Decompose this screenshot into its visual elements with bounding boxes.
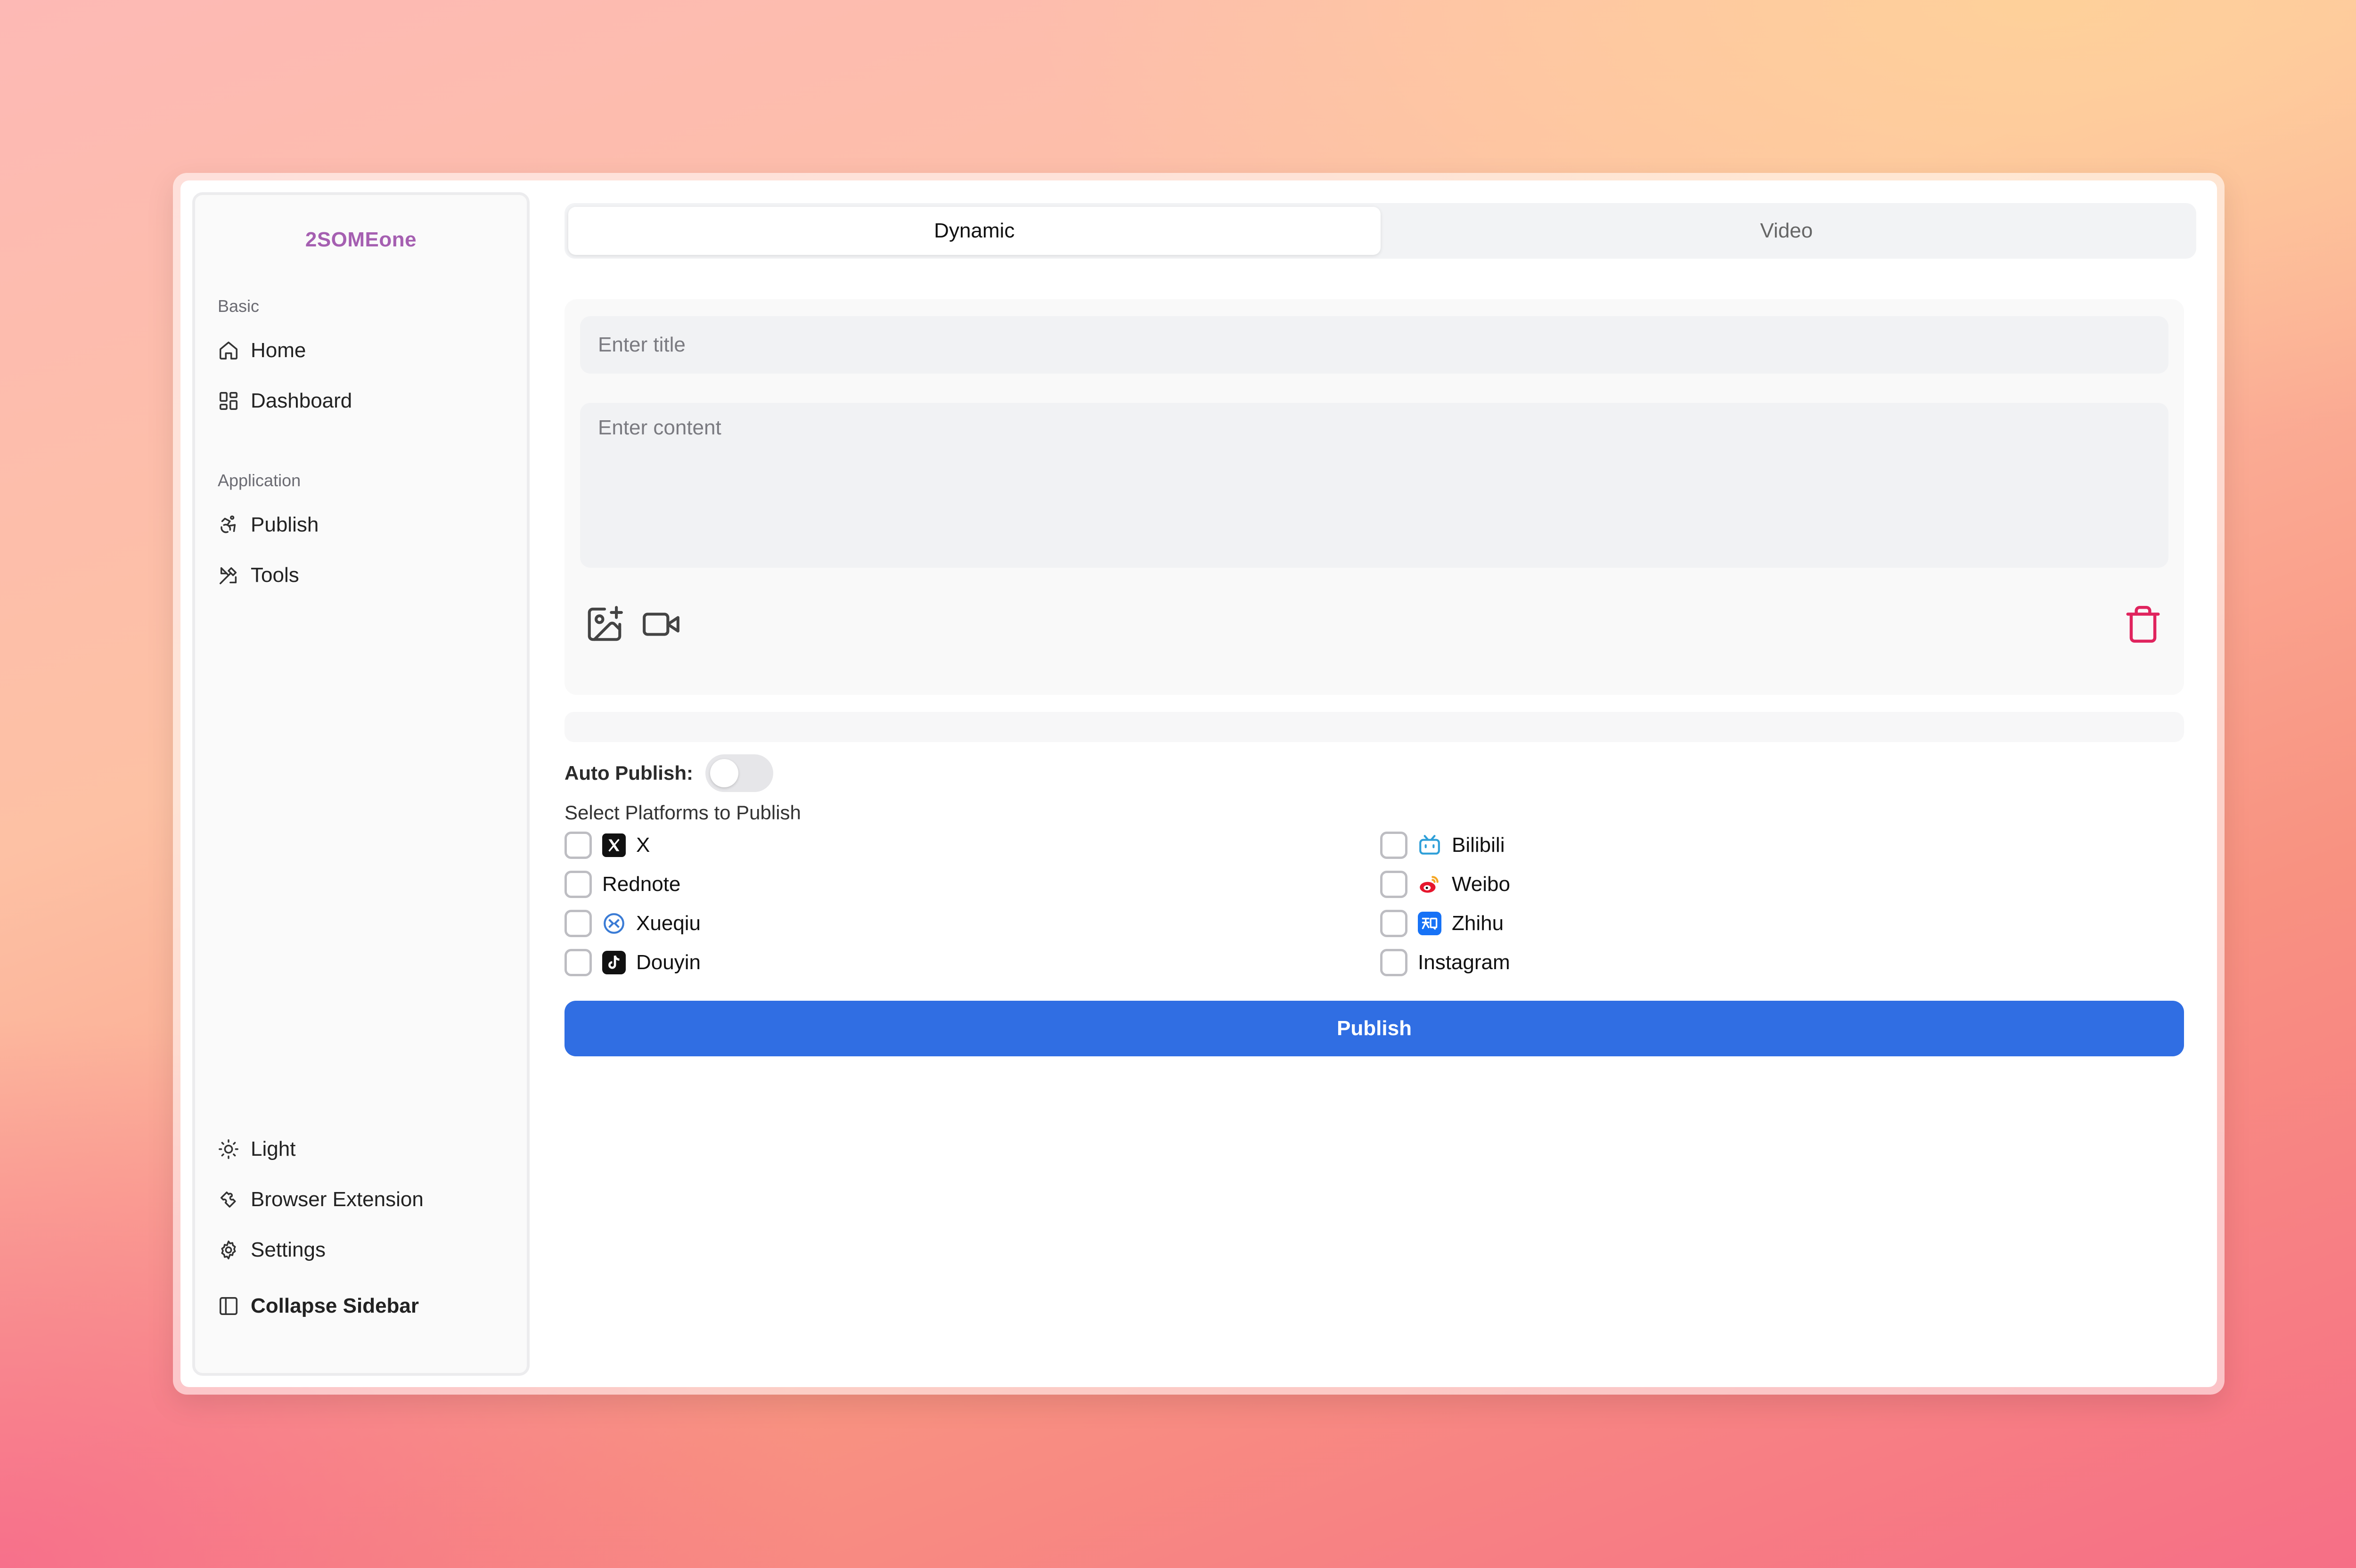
sidebar-item-dashboard[interactable]: Dashboard: [218, 384, 510, 417]
sidebar-item-home[interactable]: Home: [218, 334, 510, 367]
douyin-icon: [602, 951, 626, 974]
sidebar-item-label: Settings: [251, 1238, 326, 1261]
home-icon: [220, 342, 237, 359]
panel-left-icon: [220, 1297, 237, 1315]
platform-label: Bilibili: [1452, 833, 1505, 857]
platform-label: Rednote: [602, 873, 681, 896]
platform-label: Douyin: [636, 951, 701, 974]
gear-icon: [221, 1241, 236, 1259]
publish-icon: [221, 515, 236, 533]
title-input[interactable]: [580, 316, 2168, 374]
auto-publish-label: Auto Publish:: [564, 762, 693, 784]
tab-video[interactable]: Video: [1381, 207, 2193, 255]
sidebar-item-label: Light: [251, 1137, 296, 1160]
checkbox[interactable]: [564, 871, 592, 898]
platform-option-rednote[interactable]: Rednote: [564, 869, 680, 900]
content-input[interactable]: [580, 403, 2168, 568]
sidebar-item-tools[interactable]: Tools: [218, 559, 510, 592]
collapse-sidebar-button[interactable]: Collapse Sidebar: [218, 1290, 510, 1323]
checkbox[interactable]: [564, 949, 592, 976]
platform-option-weibo[interactable]: Weibo: [1380, 869, 1510, 900]
platform-label: Instagram: [1418, 951, 1510, 974]
clear-content-button[interactable]: [2119, 601, 2167, 648]
x-logo-icon: [602, 833, 626, 857]
video-icon: [643, 612, 679, 636]
image-plus-icon: [588, 606, 623, 641]
mode-tabs: Dynamic Video: [564, 203, 2196, 259]
checkbox[interactable]: [1380, 910, 1407, 937]
sidebar-item-settings[interactable]: Settings: [218, 1233, 510, 1266]
trash-icon: [2126, 605, 2160, 643]
platform-option-instagram[interactable]: Instagram: [1380, 947, 1510, 978]
sidebar-item-label: Tools: [251, 564, 299, 587]
bilibili-icon: [1419, 835, 1440, 855]
platform-option-xueqiu[interactable]: Xueqiu: [564, 908, 701, 939]
auto-publish-row: Auto Publish:: [564, 754, 773, 792]
sidebar-item-label: Browser Extension: [251, 1188, 424, 1211]
tab-dynamic[interactable]: Dynamic: [568, 207, 1381, 255]
add-image-button[interactable]: [581, 601, 628, 648]
platform-option-x[interactable]: X: [564, 830, 650, 861]
post-editor: [564, 299, 2184, 695]
tools-icon: [220, 567, 237, 584]
checkbox[interactable]: [1380, 949, 1407, 976]
publish-button[interactable]: Publish: [564, 1001, 2184, 1056]
sidebar-item-publish[interactable]: Publish: [218, 508, 510, 541]
group-label-basic: Basic: [218, 296, 260, 316]
platform-label: Weibo: [1452, 873, 1510, 896]
toggle-knob: [710, 759, 738, 787]
zhihu-icon: [1418, 912, 1441, 935]
auto-publish-toggle[interactable]: [705, 754, 773, 792]
platform-label: Xueqiu: [636, 912, 701, 935]
platform-label: Zhihu: [1452, 912, 1504, 935]
add-video-button[interactable]: [638, 601, 685, 648]
upload-area-strip: [564, 712, 2184, 742]
checkbox[interactable]: [564, 910, 592, 937]
sidebar-item-browser-extension[interactable]: Browser Extension: [218, 1183, 510, 1216]
dashboard-icon: [220, 392, 237, 410]
puzzle-icon: [220, 1191, 236, 1208]
app-surface: 2SOMEone Basic Home Dashboard Applicatio…: [180, 180, 2217, 1387]
sidebar-item-label: Collapse Sidebar: [251, 1294, 419, 1317]
weibo-icon: [1420, 876, 1439, 893]
xueqiu-icon: [604, 913, 624, 934]
select-platforms-label: Select Platforms to Publish: [564, 801, 801, 824]
platform-option-douyin[interactable]: Douyin: [564, 947, 701, 978]
sun-icon: [219, 1139, 238, 1159]
platform-label: X: [636, 833, 650, 857]
sidebar-item-label: Publish: [251, 513, 319, 536]
group-label-application: Application: [218, 471, 301, 490]
sidebar-item-label: Dashboard: [251, 389, 352, 412]
platform-option-bilibili[interactable]: Bilibili: [1380, 830, 1505, 861]
sidebar-item-theme-light[interactable]: Light: [218, 1133, 510, 1166]
sidebar-item-label: Home: [251, 339, 306, 362]
brand-logo[interactable]: 2SOMEone: [195, 228, 527, 252]
checkbox[interactable]: [1380, 832, 1407, 859]
checkbox[interactable]: [564, 832, 592, 859]
platform-option-zhihu[interactable]: Zhihu: [1380, 908, 1504, 939]
app-window: 2SOMEone Basic Home Dashboard Applicatio…: [173, 173, 2225, 1395]
checkbox[interactable]: [1380, 871, 1407, 898]
sidebar: 2SOMEone Basic Home Dashboard Applicatio…: [192, 192, 530, 1376]
